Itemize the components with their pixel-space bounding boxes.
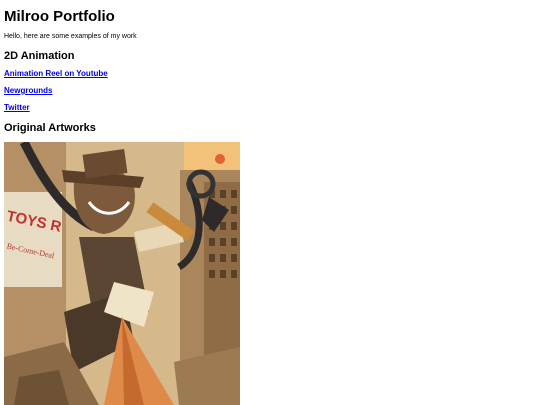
section-heading-artworks: Original Artworks xyxy=(4,122,96,134)
intro-text: Hello, here are some examples of my work xyxy=(4,33,137,40)
youtube-reel-link[interactable]: Animation Reel on Youtube xyxy=(4,69,108,78)
section-heading-animation: 2D Animation xyxy=(4,50,75,62)
artwork-illustration: TOYS R Be-Come-Deal xyxy=(4,142,240,405)
sun-shape xyxy=(215,154,225,164)
newgrounds-link[interactable]: Newgrounds xyxy=(4,86,52,95)
page-title: Milroo Portfolio xyxy=(4,8,115,25)
artwork-image: TOYS R Be-Come-Deal xyxy=(4,142,240,405)
twitter-link[interactable]: Twitter xyxy=(4,103,30,112)
